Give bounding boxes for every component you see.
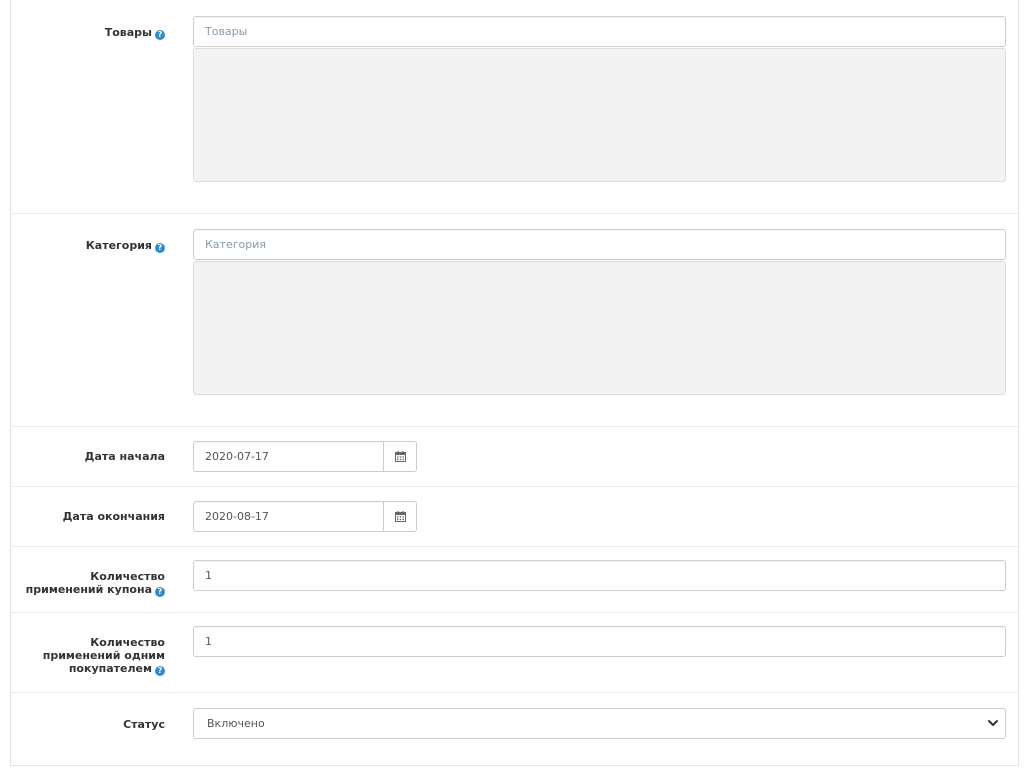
date-start-label: Дата начала — [84, 450, 165, 463]
form-row-uses-customer: Количество применений одним покупателем? — [11, 612, 1018, 692]
form-row-products: Товары? — [11, 0, 1018, 213]
question-circle-icon[interactable]: ? — [155, 587, 165, 597]
products-label: Товары? — [15, 26, 165, 40]
date-start-calendar-button[interactable] — [383, 441, 417, 472]
status-label: Статус — [123, 718, 165, 731]
calendar-icon — [395, 511, 406, 522]
coupon-form-panel: Товары? Категория? Дата начала — [10, 0, 1019, 766]
form-row-date-start: Дата начала — [11, 426, 1018, 486]
date-end-label: Дата окончания — [62, 510, 165, 523]
date-end-input[interactable] — [193, 501, 384, 532]
uses-total-input[interactable] — [193, 560, 1006, 591]
category-autocomplete-input[interactable] — [193, 229, 1006, 260]
date-start-group — [193, 441, 417, 472]
products-autocomplete-input[interactable] — [193, 16, 1006, 47]
form-row-status: Статус Включено — [11, 692, 1018, 766]
chevron-down-icon — [988, 720, 998, 726]
products-selected-list — [193, 48, 1006, 182]
form-row-uses-total: Количество применений купона? — [11, 546, 1018, 612]
question-circle-icon[interactable]: ? — [155, 666, 165, 676]
category-selected-list — [193, 261, 1006, 395]
uses-customer-label: Количество применений одним покупателем? — [42, 636, 165, 676]
date-start-input[interactable] — [193, 441, 384, 472]
uses-customer-input[interactable] — [193, 626, 1006, 657]
form-row-date-end: Дата окончания — [11, 486, 1018, 546]
form-row-category: Категория? — [11, 213, 1018, 426]
calendar-icon — [395, 451, 406, 462]
status-select[interactable]: Включено — [193, 708, 1006, 739]
question-circle-icon[interactable]: ? — [155, 30, 165, 40]
date-end-group — [193, 501, 417, 532]
status-selected-value: Включено — [207, 717, 265, 730]
date-end-calendar-button[interactable] — [383, 501, 417, 532]
uses-total-label: Количество применений купона? — [25, 570, 165, 597]
category-label: Категория? — [15, 239, 165, 253]
question-circle-icon[interactable]: ? — [155, 243, 165, 253]
